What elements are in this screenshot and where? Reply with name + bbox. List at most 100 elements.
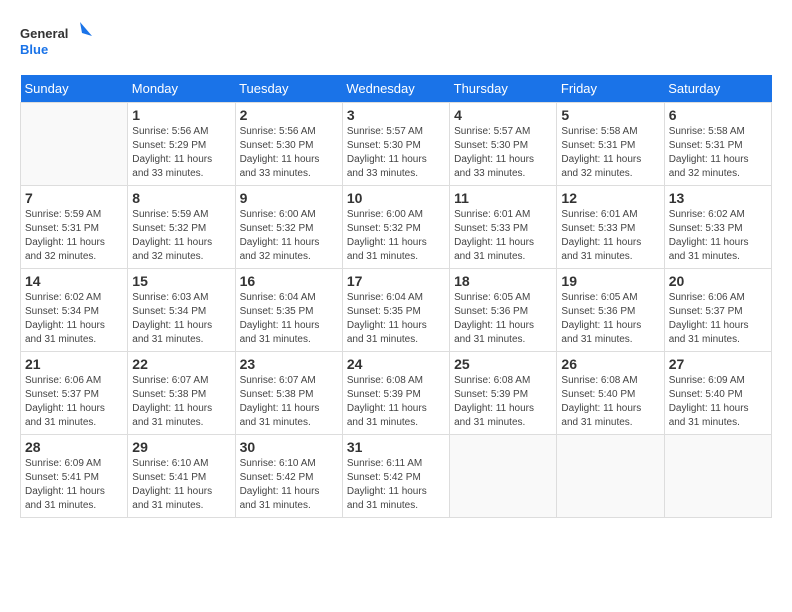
day-info: Sunrise: 6:00 AMSunset: 5:32 PMDaylight:… [347, 208, 445, 264]
calendar-cell [664, 435, 771, 518]
day-info: Sunrise: 6:09 AMSunset: 5:40 PMDaylight:… [669, 374, 767, 430]
day-number: 31 [347, 439, 445, 455]
calendar-cell: 7 Sunrise: 5:59 AMSunset: 5:31 PMDaylight… [21, 186, 128, 269]
calendar-cell: 12Sunrise: 6:01 AMSunset: 5:33 PMDayligh… [557, 186, 664, 269]
day-number: 3 [347, 107, 445, 123]
day-info: Sunrise: 5:57 AMSunset: 5:30 PMDaylight:… [454, 125, 552, 181]
weekday-header-monday: Monday [128, 75, 235, 103]
calendar-table: SundayMondayTuesdayWednesdayThursdayFrid… [20, 75, 772, 518]
calendar-cell: 16 Sunrise: 6:04 AMSunset: 5:35 PMDayligh… [235, 269, 342, 352]
day-info: Sunrise: 6:08 AMSunset: 5:40 PMDaylight:… [561, 374, 659, 430]
day-info: Sunrise: 6:10 AMSunset: 5:42 PMDaylight:… [240, 457, 338, 513]
weekday-header-saturday: Saturday [664, 75, 771, 103]
logo: General Blue [20, 20, 100, 65]
calendar-cell [450, 435, 557, 518]
calendar-cell: 6Sunrise: 5:58 AMSunset: 5:31 PMDaylight… [664, 103, 771, 186]
day-info: Sunrise: 5:56 AMSunset: 5:30 PMDaylight:… [240, 125, 338, 181]
day-number: 4 [454, 107, 552, 123]
day-info: Sunrise: 5:59 AMSunset: 5:32 PMDaylight:… [132, 208, 230, 264]
day-info: Sunrise: 5:57 AMSunset: 5:30 PMDaylight:… [347, 125, 445, 181]
day-info: Sunrise: 6:11 AMSunset: 5:42 PMDaylight:… [347, 457, 445, 513]
calendar-cell: 27Sunrise: 6:09 AMSunset: 5:40 PMDayligh… [664, 352, 771, 435]
day-info: Sunrise: 6:03 AMSunset: 5:34 PMDaylight:… [132, 291, 230, 347]
day-info: Sunrise: 6:02 AMSunset: 5:33 PMDaylight:… [669, 208, 767, 264]
calendar-cell [557, 435, 664, 518]
calendar-week-row: 21 Sunrise: 6:06 AMSunset: 5:37 PMDayligh… [21, 352, 772, 435]
day-number: 22 [132, 356, 230, 372]
day-info: Sunrise: 6:08 AMSunset: 5:39 PMDaylight:… [454, 374, 552, 430]
day-info: Sunrise: 5:59 AMSunset: 5:31 PMDaylight:… [25, 208, 123, 264]
calendar-cell: 29 Sunrise: 6:10 AMSunset: 5:41 PMDayligh… [128, 435, 235, 518]
weekday-header-tuesday: Tuesday [235, 75, 342, 103]
calendar-cell [21, 103, 128, 186]
day-info: Sunrise: 6:09 AMSunset: 5:41 PMDaylight:… [25, 457, 123, 513]
day-number: 18 [454, 273, 552, 289]
weekday-header-sunday: Sunday [21, 75, 128, 103]
calendar-cell: 18 Sunrise: 6:05 AMSunset: 5:36 PMDayligh… [450, 269, 557, 352]
day-info: Sunrise: 6:05 AMSunset: 5:36 PMDaylight:… [561, 291, 659, 347]
day-info: Sunrise: 6:01 AMSunset: 5:33 PMDaylight:… [561, 208, 659, 264]
day-info: Sunrise: 6:06 AMSunset: 5:37 PMDaylight:… [669, 291, 767, 347]
calendar-cell: 13Sunrise: 6:02 AMSunset: 5:33 PMDayligh… [664, 186, 771, 269]
day-number: 19 [561, 273, 659, 289]
day-number: 5 [561, 107, 659, 123]
calendar-week-row: 28 Sunrise: 6:09 AMSunset: 5:41 PMDayligh… [21, 435, 772, 518]
calendar-week-row: 1 Sunrise: 5:56 AMSunset: 5:29 PMDaylight… [21, 103, 772, 186]
weekday-header-thursday: Thursday [450, 75, 557, 103]
day-info: Sunrise: 6:07 AMSunset: 5:38 PMDaylight:… [240, 374, 338, 430]
calendar-week-row: 7 Sunrise: 5:59 AMSunset: 5:31 PMDaylight… [21, 186, 772, 269]
weekday-header-friday: Friday [557, 75, 664, 103]
calendar-cell: 28 Sunrise: 6:09 AMSunset: 5:41 PMDayligh… [21, 435, 128, 518]
day-number: 21 [25, 356, 123, 372]
day-number: 28 [25, 439, 123, 455]
calendar-cell: 1 Sunrise: 5:56 AMSunset: 5:29 PMDaylight… [128, 103, 235, 186]
day-info: Sunrise: 6:10 AMSunset: 5:41 PMDaylight:… [132, 457, 230, 513]
calendar-cell: 23Sunrise: 6:07 AMSunset: 5:38 PMDayligh… [235, 352, 342, 435]
day-number: 8 [132, 190, 230, 206]
day-number: 25 [454, 356, 552, 372]
day-number: 9 [240, 190, 338, 206]
day-info: Sunrise: 5:58 AMSunset: 5:31 PMDaylight:… [561, 125, 659, 181]
day-number: 1 [132, 107, 230, 123]
day-number: 11 [454, 190, 552, 206]
calendar-cell: 5 Sunrise: 5:58 AMSunset: 5:31 PMDaylight… [557, 103, 664, 186]
day-number: 7 [25, 190, 123, 206]
day-info: Sunrise: 6:01 AMSunset: 5:33 PMDaylight:… [454, 208, 552, 264]
calendar-cell: 31 Sunrise: 6:11 AMSunset: 5:42 PMDayligh… [342, 435, 449, 518]
day-number: 10 [347, 190, 445, 206]
logo-svg: General Blue [20, 20, 100, 65]
calendar-cell: 2 Sunrise: 5:56 AMSunset: 5:30 PMDaylight… [235, 103, 342, 186]
day-info: Sunrise: 5:56 AMSunset: 5:29 PMDaylight:… [132, 125, 230, 181]
calendar-cell: 10 Sunrise: 6:00 AMSunset: 5:32 PMDayligh… [342, 186, 449, 269]
day-info: Sunrise: 6:07 AMSunset: 5:38 PMDaylight:… [132, 374, 230, 430]
calendar-cell: 26 Sunrise: 6:08 AMSunset: 5:40 PMDayligh… [557, 352, 664, 435]
calendar-cell: 25 Sunrise: 6:08 AMSunset: 5:39 PMDayligh… [450, 352, 557, 435]
day-number: 24 [347, 356, 445, 372]
day-number: 26 [561, 356, 659, 372]
calendar-cell: 22 Sunrise: 6:07 AMSunset: 5:38 PMDayligh… [128, 352, 235, 435]
calendar-cell: 3 Sunrise: 5:57 AMSunset: 5:30 PMDaylight… [342, 103, 449, 186]
day-info: Sunrise: 6:04 AMSunset: 5:35 PMDaylight:… [240, 291, 338, 347]
day-number: 29 [132, 439, 230, 455]
calendar-cell: 30 Sunrise: 6:10 AMSunset: 5:42 PMDayligh… [235, 435, 342, 518]
page-header: General Blue [20, 20, 772, 65]
calendar-cell: 11 Sunrise: 6:01 AMSunset: 5:33 PMDayligh… [450, 186, 557, 269]
calendar-week-row: 14Sunrise: 6:02 AMSunset: 5:34 PMDayligh… [21, 269, 772, 352]
svg-text:General: General [20, 26, 68, 41]
day-info: Sunrise: 6:06 AMSunset: 5:37 PMDaylight:… [25, 374, 123, 430]
day-number: 6 [669, 107, 767, 123]
calendar-cell: 4 Sunrise: 5:57 AMSunset: 5:30 PMDaylight… [450, 103, 557, 186]
day-number: 2 [240, 107, 338, 123]
day-number: 16 [240, 273, 338, 289]
calendar-cell: 15Sunrise: 6:03 AMSunset: 5:34 PMDayligh… [128, 269, 235, 352]
calendar-cell: 9Sunrise: 6:00 AMSunset: 5:32 PMDaylight… [235, 186, 342, 269]
calendar-cell: 19 Sunrise: 6:05 AMSunset: 5:36 PMDayligh… [557, 269, 664, 352]
day-number: 14 [25, 273, 123, 289]
day-info: Sunrise: 6:05 AMSunset: 5:36 PMDaylight:… [454, 291, 552, 347]
calendar-cell: 14Sunrise: 6:02 AMSunset: 5:34 PMDayligh… [21, 269, 128, 352]
weekday-header-wednesday: Wednesday [342, 75, 449, 103]
weekday-header-row: SundayMondayTuesdayWednesdayThursdayFrid… [21, 75, 772, 103]
calendar-cell: 17Sunrise: 6:04 AMSunset: 5:35 PMDayligh… [342, 269, 449, 352]
day-number: 20 [669, 273, 767, 289]
day-number: 30 [240, 439, 338, 455]
